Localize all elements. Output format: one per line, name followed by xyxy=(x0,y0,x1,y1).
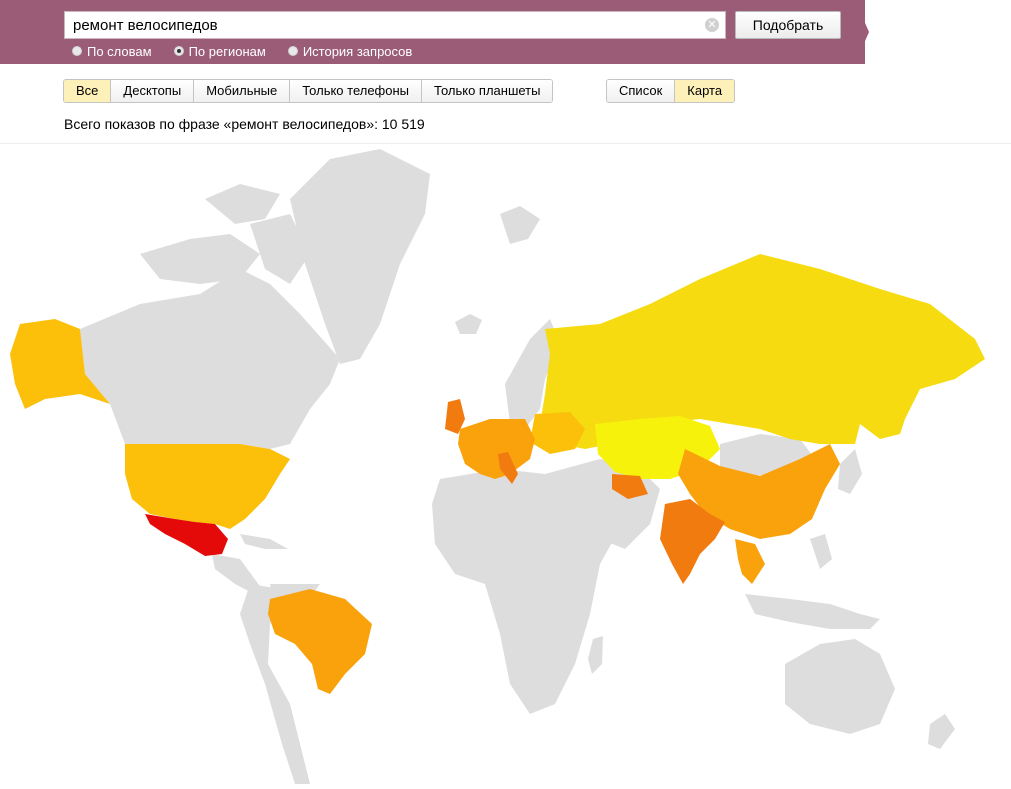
filter-mobile[interactable]: Мобильные xyxy=(194,80,291,102)
total-impressions-summary: Всего показов по фразе «ремонт велосипед… xyxy=(64,116,425,132)
radio-history[interactable]: История запросов xyxy=(287,42,413,60)
view-map-button[interactable]: Карта xyxy=(675,80,735,102)
radio-icon[interactable] xyxy=(72,46,82,56)
search-input[interactable] xyxy=(65,12,695,38)
search-banner-arrow xyxy=(855,0,869,64)
mode-radio-group: По словам По регионам История запросов xyxy=(72,42,412,60)
filter-phones-only[interactable]: Только телефоны xyxy=(290,80,423,102)
filter-tablets-only[interactable]: Только планшеты xyxy=(422,80,553,102)
region-russia[interactable] xyxy=(540,254,985,449)
region-caribbean[interactable] xyxy=(240,534,288,549)
region-madagascar[interactable] xyxy=(588,636,603,674)
region-canadian-islands[interactable] xyxy=(140,234,260,284)
region-new-zealand[interactable] xyxy=(928,714,955,749)
filter-all[interactable]: Все xyxy=(64,80,112,102)
radio-icon[interactable] xyxy=(287,46,298,56)
region-svalbard[interactable] xyxy=(500,206,540,244)
region-europe[interactable] xyxy=(458,419,535,479)
region-iceland[interactable] xyxy=(455,314,482,334)
radio-by-regions[interactable]: По регионам xyxy=(173,42,266,60)
radio-by-words[interactable]: По словам xyxy=(72,42,152,60)
region-japan[interactable] xyxy=(838,449,862,494)
region-canada[interactable] xyxy=(80,269,340,449)
view-list-button[interactable]: Список xyxy=(607,80,676,102)
region-australia[interactable] xyxy=(785,639,895,734)
submit-button[interactable]: Подобрать xyxy=(735,11,841,39)
radio-label: По словам xyxy=(87,43,152,59)
device-filter-group: Все Десктопы Мобильные Только телефоны Т… xyxy=(63,79,554,103)
radio-icon[interactable] xyxy=(173,46,184,56)
region-arctic-islands[interactable] xyxy=(205,184,280,224)
radio-label: История запросов xyxy=(302,43,413,59)
radio-label: По регионам xyxy=(188,43,266,59)
region-thailand[interactable] xyxy=(735,539,765,584)
region-brazil[interactable] xyxy=(268,589,372,694)
region-philippines[interactable] xyxy=(810,534,832,569)
region-indonesia[interactable] xyxy=(745,594,880,629)
clear-icon[interactable]: ✕ xyxy=(705,18,719,32)
search-box: ✕ xyxy=(64,11,726,39)
view-switch-group: Список Карта xyxy=(606,79,736,103)
filter-desktops[interactable]: Десктопы xyxy=(111,80,195,102)
world-map xyxy=(10,149,985,784)
